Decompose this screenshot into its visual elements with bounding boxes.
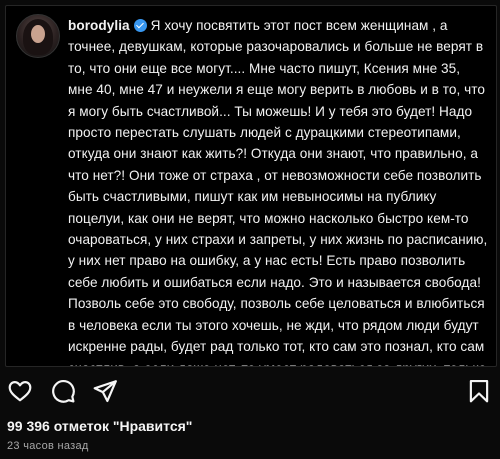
post-caption-panel: borodylia Я хочу посвятить этот пост всем… (5, 5, 497, 367)
avatar-face (31, 25, 45, 43)
post-timestamp[interactable]: 23 часов назад (7, 440, 89, 452)
action-bar (0, 370, 500, 410)
avatar[interactable] (16, 14, 60, 58)
post-frame: borodylia Я хочу посвятить этот пост всем… (0, 0, 500, 459)
comment-bubble-icon[interactable] (50, 378, 76, 404)
username-link[interactable]: borodylia (68, 18, 130, 33)
heart-outline-icon[interactable] (7, 378, 33, 404)
verified-badge-icon (133, 19, 147, 32)
bookmark-icon[interactable] (466, 378, 492, 404)
caption-text-block: borodylia Я хочу посвятить этот пост всем… (68, 15, 488, 366)
like-count[interactable]: 99 396 отметок "Нравится" (7, 418, 192, 434)
caption-text: Я хочу посвятить этот пост всем женщинам… (68, 18, 488, 366)
paper-plane-icon[interactable] (92, 378, 118, 404)
